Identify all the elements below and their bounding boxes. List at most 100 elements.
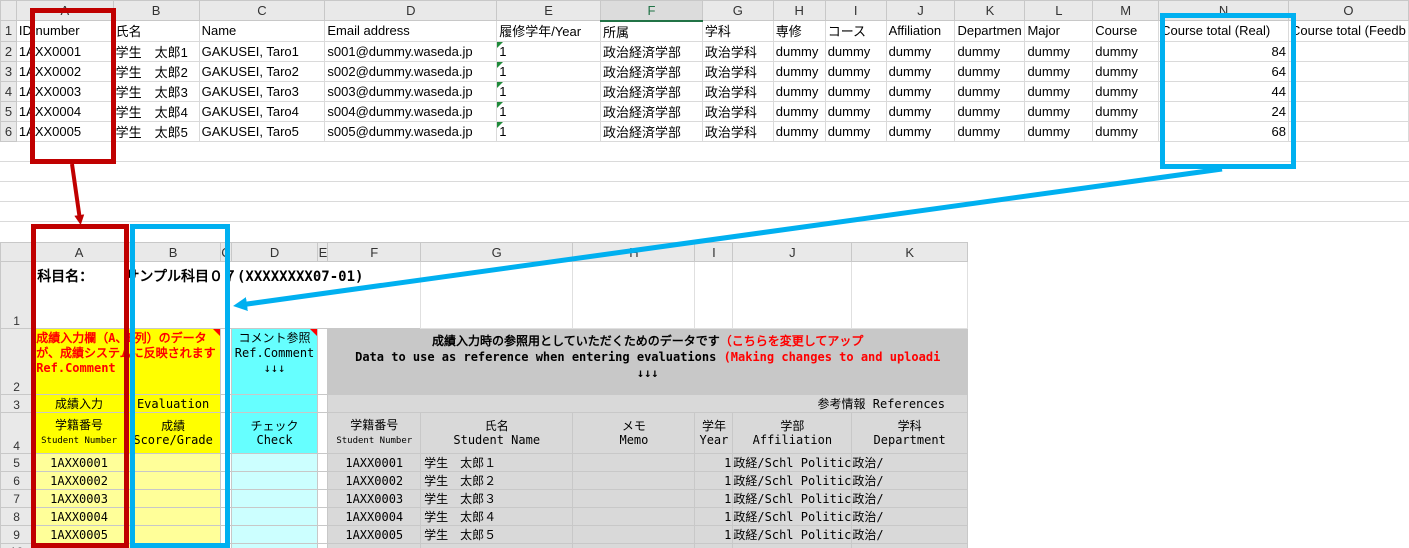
column-header[interactable]: D: [230, 242, 319, 262]
cell[interactable]: dummy: [954, 40, 1026, 62]
cell[interactable]: GAKUSEI, Taro4: [198, 100, 326, 122]
column-header[interactable]: J: [732, 242, 853, 262]
evaluation-section-label[interactable]: Evaluation: [124, 394, 222, 413]
column-header[interactable]: F: [600, 0, 703, 22]
cell[interactable]: [1287, 120, 1409, 142]
cell[interactable]: 学科: [701, 20, 774, 42]
column-header[interactable]: M: [1092, 0, 1160, 21]
check-header[interactable]: チェック Check: [230, 412, 319, 454]
cell[interactable]: [220, 328, 232, 395]
year-cell[interactable]: 1: [694, 507, 734, 526]
cell[interactable]: [327, 543, 422, 548]
column-header[interactable]: N: [1158, 0, 1289, 21]
student-number-cell[interactable]: 1AXX0002: [32, 471, 126, 490]
cell[interactable]: ID number: [15, 20, 114, 42]
cell[interactable]: dummy: [772, 100, 826, 122]
select-all-corner[interactable]: [0, 0, 17, 21]
cell[interactable]: dummy: [824, 60, 887, 82]
cell[interactable]: dummy: [1024, 100, 1094, 122]
cell[interactable]: 政治経済学部: [600, 60, 703, 82]
memo-cell[interactable]: [572, 507, 696, 526]
cell[interactable]: 1AXX0005: [15, 120, 114, 142]
cell[interactable]: dummy: [772, 80, 826, 102]
cell[interactable]: 政治経済学部: [600, 80, 703, 102]
department-cell[interactable]: 政治/: [851, 525, 968, 544]
cell[interactable]: 政治経済学部: [600, 100, 703, 122]
cell[interactable]: 学生 太郎1: [112, 40, 200, 62]
row-header[interactable]: 4: [0, 80, 17, 102]
memo-cell[interactable]: [572, 453, 696, 472]
student-name-header[interactable]: 氏名 Student Name: [420, 412, 574, 454]
cell[interactable]: dummy: [1092, 120, 1160, 142]
ref-student-number-cell[interactable]: 1AXX0005: [327, 525, 422, 544]
cell[interactable]: [420, 543, 574, 548]
cell[interactable]: [1287, 100, 1409, 122]
cell[interactable]: [220, 489, 232, 508]
cell[interactable]: [572, 543, 696, 548]
cell[interactable]: dummy: [954, 100, 1026, 122]
score-header[interactable]: 成績 Score/Grade: [124, 412, 222, 454]
cell[interactable]: s004@dummy.waseda.jp: [324, 100, 498, 122]
cell[interactable]: 政治学科: [701, 60, 774, 82]
check-cell[interactable]: [230, 471, 319, 490]
memo-cell[interactable]: [572, 489, 696, 508]
cell[interactable]: 学生 太郎5: [112, 120, 200, 142]
cell[interactable]: dummy: [885, 80, 956, 102]
cell[interactable]: [572, 261, 696, 329]
column-header[interactable]: O: [1287, 0, 1409, 21]
cell[interactable]: [317, 525, 329, 544]
cell[interactable]: [220, 507, 232, 526]
student-number-cell[interactable]: 1AXX0003: [32, 489, 126, 508]
column-header[interactable]: B: [124, 242, 222, 262]
cell[interactable]: [694, 261, 734, 329]
column-header[interactable]: K: [851, 242, 968, 262]
cell[interactable]: dummy: [1024, 60, 1094, 82]
affiliation-cell[interactable]: 政経/Schl Politic: [732, 525, 853, 544]
input-instruction[interactable]: 成績入力欄（A、B列）のデータが、成績システムに反映されます Ref.Comme…: [32, 328, 222, 395]
cell[interactable]: dummy: [1024, 40, 1094, 62]
cell[interactable]: [851, 543, 968, 548]
input-section-label[interactable]: 成績入力: [32, 394, 126, 413]
cell[interactable]: [317, 471, 329, 490]
row-header[interactable]: 6: [0, 471, 34, 490]
column-header[interactable]: J: [885, 0, 956, 21]
cell[interactable]: Course: [1092, 20, 1160, 42]
course-label[interactable]: 科目名：: [33, 262, 126, 329]
select-all-corner[interactable]: [0, 242, 34, 262]
department-cell[interactable]: 政治/: [851, 471, 968, 490]
cell[interactable]: dummy: [885, 120, 956, 142]
column-header[interactable]: E: [317, 242, 329, 262]
cell[interactable]: 1AXX0004: [15, 100, 114, 122]
row-header[interactable]: 7: [0, 489, 34, 508]
row-header[interactable]: 8: [0, 507, 34, 526]
row-header[interactable]: 4: [0, 412, 34, 454]
cell[interactable]: dummy: [1092, 40, 1160, 62]
cell[interactable]: [317, 394, 329, 413]
affiliation-cell[interactable]: 政経/Schl Politic: [732, 471, 853, 490]
cell[interactable]: 氏名: [112, 20, 200, 42]
year-cell[interactable]: 1: [694, 525, 734, 544]
year-cell[interactable]: 1: [694, 489, 734, 508]
cell[interactable]: 1: [496, 80, 602, 102]
score-cell[interactable]: [124, 507, 222, 526]
cell[interactable]: 履修学年/Year: [496, 20, 602, 42]
check-cell[interactable]: [230, 543, 319, 548]
ref-student-number-cell[interactable]: 1AXX0003: [327, 489, 422, 508]
memo-header[interactable]: メモ Memo: [572, 412, 696, 454]
cell[interactable]: dummy: [824, 40, 887, 62]
row-header[interactable]: 2: [0, 328, 34, 395]
cell[interactable]: Name: [198, 20, 326, 42]
affiliation-cell[interactable]: 政経/Schl Politic: [732, 489, 853, 508]
student-number-cell[interactable]: 1AXX0001: [32, 453, 126, 472]
cell[interactable]: コース: [824, 20, 887, 42]
cell[interactable]: GAKUSEI, Taro5: [198, 120, 326, 142]
ref-student-number-cell[interactable]: 1AXX0001: [327, 453, 422, 472]
check-cell[interactable]: [230, 525, 319, 544]
student-name-cell[interactable]: 学生 太郎３: [420, 489, 574, 508]
column-header[interactable]: D: [324, 0, 498, 21]
column-header[interactable]: G: [420, 242, 574, 262]
affiliation-header[interactable]: 学部 Affiliation: [732, 412, 853, 454]
column-header[interactable]: H: [572, 242, 696, 262]
score-cell[interactable]: [124, 453, 222, 472]
cell[interactable]: 1: [496, 40, 602, 62]
